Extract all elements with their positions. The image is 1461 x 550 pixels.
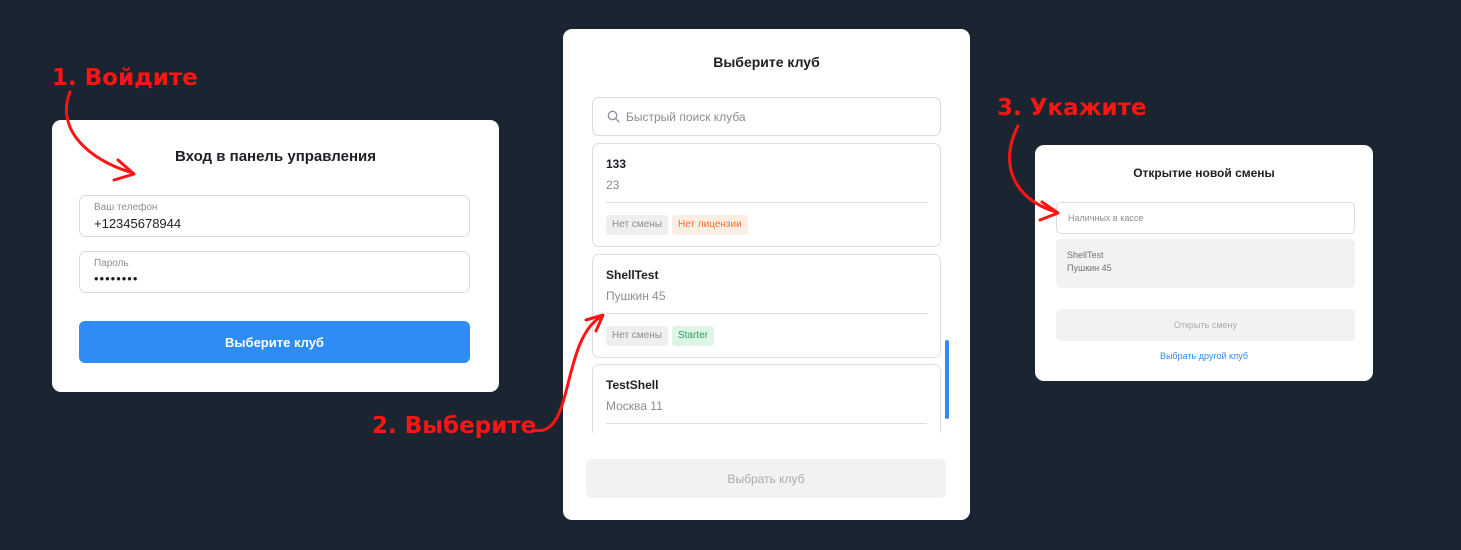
club-name: 133 bbox=[606, 157, 627, 171]
club-address: 23 bbox=[606, 178, 620, 192]
scrollbar[interactable] bbox=[945, 340, 949, 419]
step-3-label: 3. Укажите bbox=[997, 95, 1147, 121]
club-select-title: Выберите клуб bbox=[713, 54, 820, 70]
no-shift-badge: Нет смены bbox=[606, 326, 668, 346]
club-address: Москва 11 bbox=[606, 399, 663, 413]
phone-value[interactable]: +12345678944 bbox=[94, 216, 181, 231]
password-value[interactable]: •••••••• bbox=[94, 271, 138, 286]
club-search-input[interactable]: Быстрый поиск клуба bbox=[592, 97, 941, 136]
divider bbox=[606, 423, 927, 424]
selected-club-name: ShellTest bbox=[1067, 250, 1104, 260]
choose-other-club-link[interactable]: Выбрать другой клуб bbox=[1035, 351, 1373, 361]
no-license-badge: Нет лицензии bbox=[671, 215, 748, 235]
club-list[interactable]: 133 23 Нет смены Нет лицензии ShellTest … bbox=[592, 143, 941, 433]
club-item[interactable]: 133 23 Нет смены Нет лицензии bbox=[592, 143, 941, 247]
step-2-label: 2. Выберите bbox=[372, 413, 537, 439]
license-badge: Starter bbox=[671, 326, 714, 346]
phone-label: Ваш телефон bbox=[94, 202, 158, 213]
step-1-label: 1. Войдите bbox=[52, 65, 198, 91]
password-field[interactable]: Пароль •••••••• bbox=[79, 251, 470, 293]
divider bbox=[606, 313, 927, 314]
selected-club-info: ShellTest Пушкин 45 bbox=[1056, 239, 1355, 288]
club-name: TestShell bbox=[606, 378, 659, 392]
club-select-card: Выберите клуб Быстрый поиск клуба 133 23… bbox=[563, 29, 970, 520]
cash-placeholder: Наличных в кассе bbox=[1068, 213, 1144, 223]
choose-club-button[interactable]: Выберите клуб bbox=[79, 321, 470, 363]
club-name: ShellTest bbox=[606, 268, 659, 282]
phone-field[interactable]: Ваш телефон +12345678944 bbox=[79, 195, 470, 237]
open-shift-title: Открытие новой смены bbox=[1133, 166, 1275, 180]
open-shift-button[interactable]: Открыть смену bbox=[1056, 309, 1355, 341]
open-shift-card: Открытие новой смены Наличных в кассе Sh… bbox=[1035, 145, 1373, 381]
club-search-placeholder: Быстрый поиск клуба bbox=[626, 110, 746, 124]
divider bbox=[606, 202, 927, 203]
club-address: Пушкин 45 bbox=[606, 289, 666, 303]
search-icon bbox=[607, 110, 620, 123]
club-item[interactable]: ShellTest Пушкин 45 Нет смены Starter bbox=[592, 254, 941, 358]
login-card: Вход в панель управления Ваш телефон +12… bbox=[52, 120, 499, 392]
selected-club-address: Пушкин 45 bbox=[1067, 263, 1112, 273]
login-title: Вход в панель управления bbox=[174, 148, 376, 165]
select-club-button[interactable]: Выбрать клуб bbox=[586, 459, 946, 498]
password-label: Пароль bbox=[94, 258, 129, 269]
cash-input[interactable]: Наличных в кассе bbox=[1056, 202, 1355, 234]
club-item[interactable]: TestShell Москва 11 bbox=[592, 364, 941, 433]
no-shift-badge: Нет смены bbox=[606, 215, 668, 235]
